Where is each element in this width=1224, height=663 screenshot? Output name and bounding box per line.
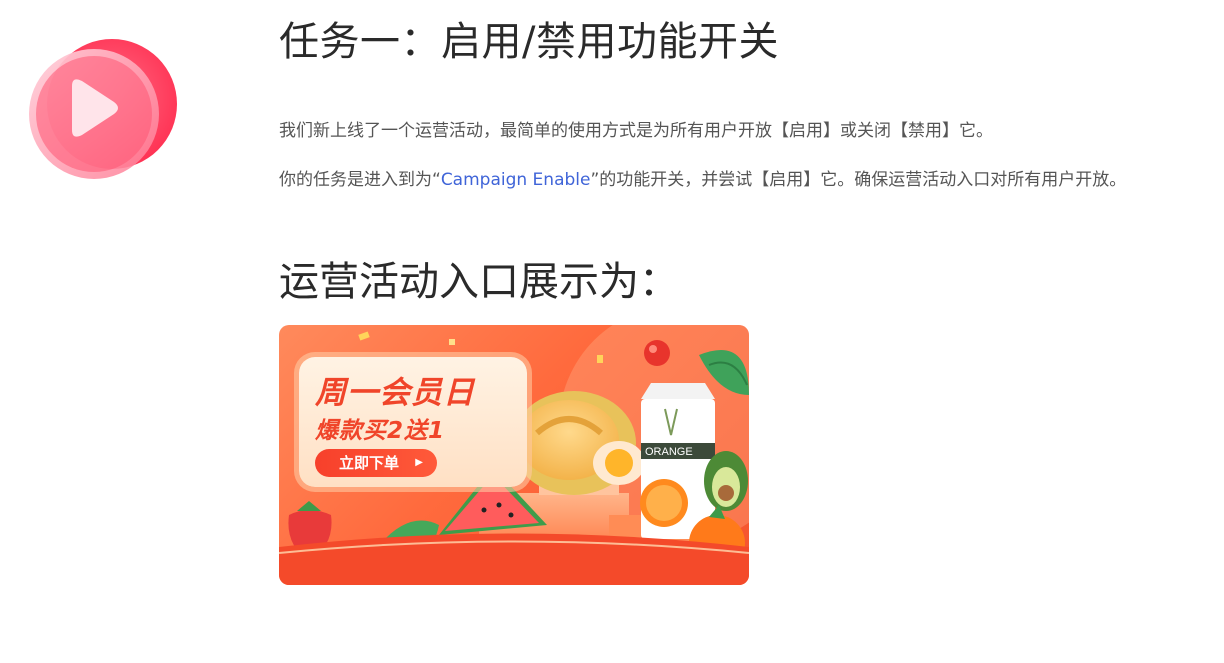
banner-subtitle: 爆款买2送1 (315, 418, 446, 444)
campaign-enable-link[interactable]: Campaign Enable (441, 170, 591, 190)
chevron-right-icon: ▶ (415, 457, 423, 468)
section-title: 运营活动入口展示为： (279, 259, 679, 305)
order-now-label: 立即下单 (339, 454, 400, 472)
banner-title: 周一会员日 (315, 375, 475, 411)
task-description: 我们新上线了一个运营活动，最简单的使用方式是为所有用户开放【启用】或关闭【禁用】… (279, 121, 993, 141)
order-now-button[interactable]: 立即下单 ▶ (315, 449, 437, 477)
task-instruction: 你的任务是进入到为“Campaign Enable”的功能开关，并尝试【启用】它… (279, 168, 1126, 192)
task-title: 任务一：启用/禁用功能开关 (279, 19, 779, 65)
instruction-suffix: ”的功能开关，并尝试【启用】它。确保运营活动入口对所有用户开放。 (590, 170, 1127, 190)
carton-label: ORANGE (645, 446, 693, 458)
instruction-prefix: 你的任务是进入到为“ (279, 170, 441, 190)
campaign-banner[interactable]: ORANGE 周一会员日 爆款买2送1 立即下单 ▶ (279, 325, 749, 585)
play-logo-icon (29, 39, 177, 179)
banner-promo-card: 周一会员日 爆款买2送1 立即下单 ▶ (299, 357, 527, 487)
